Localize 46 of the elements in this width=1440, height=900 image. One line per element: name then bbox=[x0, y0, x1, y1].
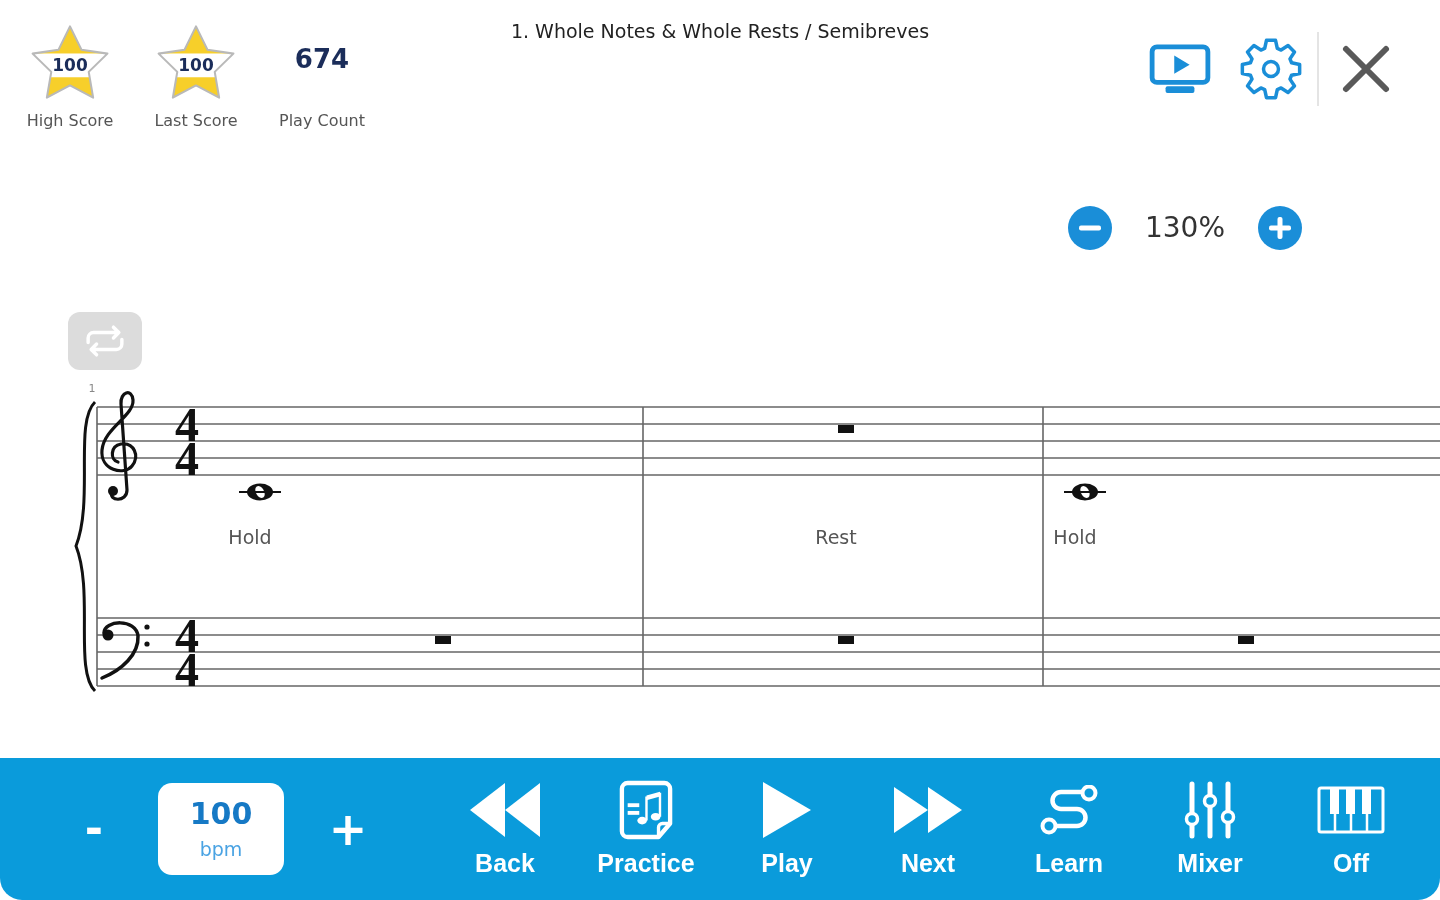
fast-forward-icon bbox=[894, 787, 962, 833]
note-label: Hold bbox=[228, 526, 272, 548]
play-count-value: 674 bbox=[294, 46, 350, 72]
play-button[interactable]: Play bbox=[727, 780, 847, 878]
tempo-unit: bpm bbox=[199, 837, 243, 861]
star-icon bbox=[155, 22, 237, 102]
bass-clef-icon bbox=[100, 621, 150, 680]
piano-keys-icon bbox=[1317, 786, 1385, 834]
mixer-button[interactable]: Mixer bbox=[1150, 780, 1270, 878]
tempo-value: 100 bbox=[189, 797, 253, 831]
rewind-icon bbox=[470, 783, 540, 837]
keyboard-toggle-button[interactable]: Off bbox=[1291, 780, 1411, 878]
learn-button[interactable]: Learn bbox=[1009, 780, 1129, 878]
whole-note bbox=[238, 483, 282, 501]
tempo-decrease-button[interactable]: - bbox=[74, 807, 114, 851]
tempo-increase-button[interactable]: + bbox=[328, 806, 368, 852]
score-value: 100 bbox=[178, 57, 214, 74]
sliders-icon bbox=[1184, 781, 1236, 839]
lesson-title: 1. Whole Notes & Whole Rests / Semibreves bbox=[510, 19, 930, 43]
note-label: Hold bbox=[1053, 526, 1097, 548]
stat-label: High Score bbox=[26, 111, 114, 131]
zoom-level: 130% bbox=[1144, 214, 1225, 242]
note-label: Rest bbox=[815, 526, 857, 548]
monitor-play-icon[interactable] bbox=[1149, 44, 1211, 94]
whole-rest bbox=[838, 636, 854, 644]
close-icon[interactable] bbox=[1341, 44, 1391, 94]
back-button[interactable]: Back bbox=[445, 780, 565, 878]
treble-clef-icon bbox=[100, 391, 138, 501]
settings-icon[interactable] bbox=[1239, 37, 1303, 101]
next-button[interactable]: Next bbox=[868, 780, 988, 878]
star-icon bbox=[29, 22, 111, 102]
whole-note bbox=[1063, 483, 1107, 501]
stat-label: Last Score bbox=[154, 111, 238, 131]
path-route-icon bbox=[1039, 785, 1099, 835]
whole-rest bbox=[838, 425, 854, 433]
whole-rest bbox=[1238, 636, 1254, 644]
play-icon bbox=[763, 782, 811, 838]
sheet-music-icon bbox=[619, 780, 673, 840]
score-value: 100 bbox=[52, 57, 88, 74]
zoom-in-icon[interactable] bbox=[1258, 206, 1302, 250]
practice-button[interactable]: Practice bbox=[586, 780, 706, 878]
stat-label: Play Count bbox=[279, 111, 365, 131]
brace-icon bbox=[74, 401, 97, 692]
whole-rest bbox=[435, 636, 451, 644]
measure-number: 1 bbox=[88, 382, 96, 395]
zoom-out-icon[interactable] bbox=[1067, 206, 1112, 250]
